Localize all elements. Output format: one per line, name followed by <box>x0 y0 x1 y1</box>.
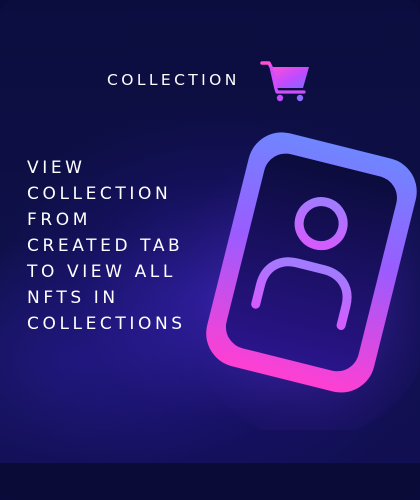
shopping-cart-icon <box>260 61 309 102</box>
user-profile-icon <box>190 132 420 430</box>
footer-bar <box>0 463 420 500</box>
collection-card: COLLECTION VIEW COLLECTION FROM CREATED … <box>0 0 420 500</box>
card-title: COLLECTION <box>107 71 240 89</box>
card-header: COLLECTION <box>0 56 420 106</box>
